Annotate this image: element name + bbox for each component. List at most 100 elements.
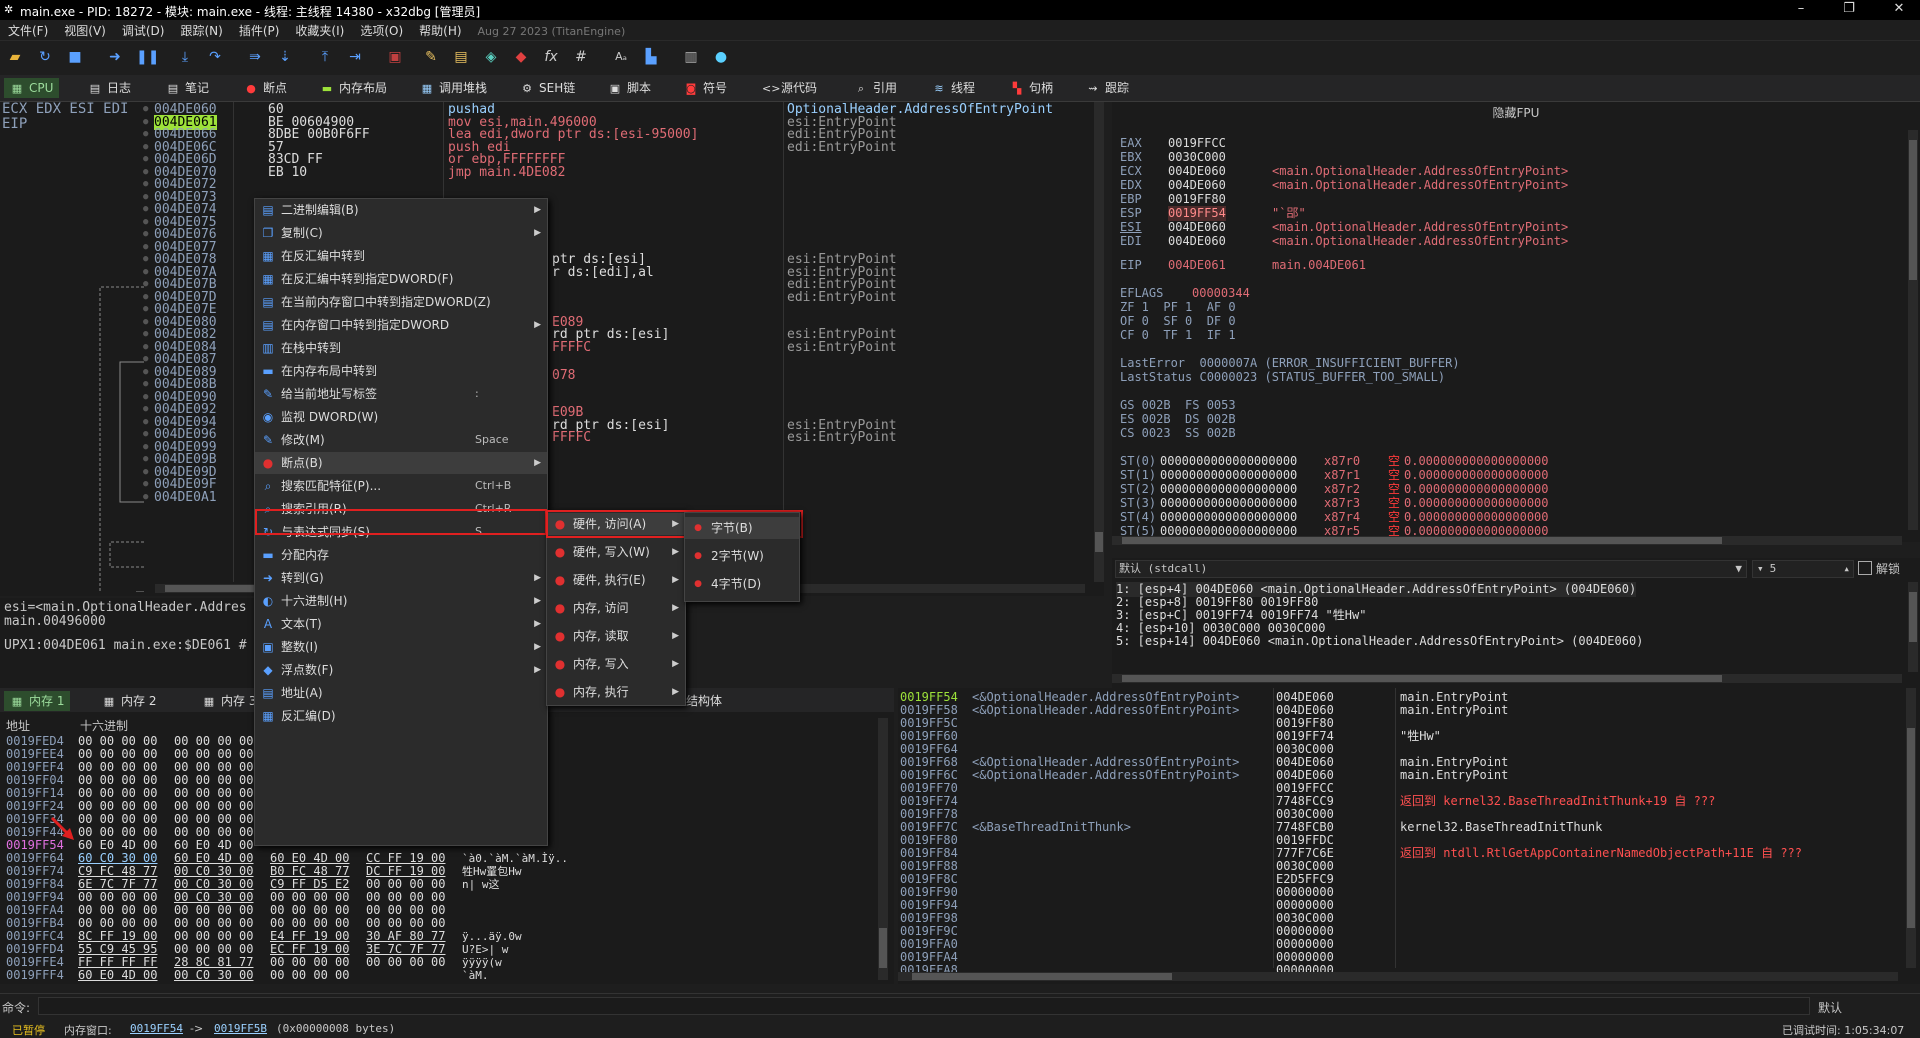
context-menu-item[interactable]: ▤ 二进制编辑(B) ▶ [255,199,547,221]
hide-fpu-button[interactable]: 隐藏FPU [1112,104,1920,121]
context-menu-item[interactable]: ⌕ 搜索匹配特征(P)... Ctrl+B [255,475,547,497]
patch-icon[interactable]: ✎ [422,48,440,66]
context-menu-item[interactable]: ▦ 反汇编(D) [255,705,547,727]
tab-memory-map[interactable]: ▬ 内存布局 [314,78,393,98]
context-menu-item[interactable]: ▬ 在内存布局中转到 [255,360,547,382]
spinner-down-icon[interactable]: ▾ [1753,562,1764,575]
breakpoint-submenu-item[interactable]: ● 内存, 写入 ▶ [547,653,685,675]
pause-icon[interactable]: ❚❚ [136,48,159,66]
minimize-button[interactable]: – [1786,1,1816,16]
open-icon[interactable]: ▰ [6,48,24,66]
dump-hex-cell[interactable]: 60 E0 4D 00 [78,968,157,983]
comments-icon[interactable]: ▤ [452,48,470,66]
callconv-select[interactable]: 默认 (stdcall) ▼ [1115,560,1747,578]
registers-hscrollbar[interactable] [1112,536,1902,545]
tab-trace[interactable]: ⇝ 跟踪 [1080,78,1135,98]
fpu-value[interactable]: 0000000000000000000 [1160,482,1297,497]
context-menu-item[interactable]: ▦ 在反汇编中转到指定DWORD(F) [255,268,547,290]
segment-line[interactable]: GS 002B FS 0053 [1120,398,1236,413]
restart-icon[interactable]: ↻ [36,48,54,66]
registers-pane[interactable]: 隐藏FPU EAX 0019FFCC EBX 0030C000 ECX 004DE060 <… [1112,102,1920,545]
tab-cpu[interactable]: ▦ CPU [4,78,60,98]
stop-icon[interactable]: ■ [66,48,84,66]
menu-view[interactable]: 视图(V) [56,20,114,41]
dump-range-end[interactable]: 0019FF5B [214,1022,267,1035]
scylla-icon[interactable]: ▣ [386,48,404,66]
fpu-value[interactable]: 0000000000000000000 [1160,496,1297,511]
register-value[interactable]: 004DE061 [1168,258,1226,273]
menu-plugins[interactable]: 插件(P) [231,20,288,41]
labels-icon[interactable]: ◈ [482,48,500,66]
register-value[interactable]: 004DE060 [1168,234,1226,249]
tab-dump-1[interactable]: ▦ 内存 1 [4,691,71,711]
dump-hex-cell[interactable]: 00 00 00 00 [366,955,445,970]
context-menu-item[interactable]: ▤ 在内存窗口中转到指定DWORD ▶ [255,314,547,336]
tab-call-stack[interactable]: ▦ 调用堆栈 [414,78,493,98]
context-menu-item[interactable]: ✎ 修改(M) Space [255,429,547,451]
breakpoint-submenu-item[interactable]: ● 硬件, 执行(E) ▶ [547,569,685,591]
tab-handles[interactable]: ▚ 句柄 [1004,78,1059,98]
step-into-icon[interactable]: ⤓ [176,48,194,66]
context-menu-item[interactable]: ✎ 给当前地址写标签: [255,383,547,405]
fpu-value[interactable]: 0000000000000000000 [1160,510,1297,525]
context-menu-item[interactable]: ❐ 复制(C) ▶ [255,222,547,244]
fpu-value[interactable]: 0000000000000000000 [1160,454,1297,469]
breakpoint-dot-icon[interactable]: ● [143,490,148,505]
tab-references[interactable]: ⌕ 引用 [848,78,903,98]
globe-icon[interactable]: ● [712,48,730,66]
register-value[interactable]: 004DE060 [1168,220,1226,235]
hw-size-item[interactable]: ● 字节(B) [685,517,799,539]
menu-trace[interactable]: 跟踪(N) [172,20,230,41]
callconv-row[interactable]: 5: [esp+14] 004DE060 <main.OptionalHeade… [1116,634,1643,649]
stack-hscrollbar[interactable] [898,972,1898,981]
register-value[interactable]: 0019FFCC [1168,136,1226,151]
flags-line[interactable]: CF 0 TF 1 IF 1 [1120,328,1236,343]
registers-vscrollbar[interactable] [1908,130,1918,530]
tab-log[interactable]: ▤ 日志 [82,78,137,98]
command-input[interactable] [38,997,1810,1015]
context-menu-item[interactable]: ◉ 监视 DWORD(W) [255,406,547,428]
context-menu-item[interactable]: ▤ 在当前内存窗口中转到指定DWORD(Z) [255,291,547,313]
breakpoint-submenu-item[interactable]: ● 内存, 执行 ▶ [547,681,685,703]
breakpoint-submenu-item[interactable]: ● 内存, 读取 ▶ [547,625,685,647]
menu-options[interactable]: 选项(O) [352,20,411,41]
context-menu-item[interactable]: ▣ 整数(I) ▶ [255,636,547,658]
disasm-vscrollbar[interactable] [1094,102,1104,582]
context-menu-item[interactable]: ◐ 十六进制(H) ▶ [255,590,547,612]
breakpoint-submenu-item[interactable]: ● 内存, 访问 ▶ [547,597,685,619]
strings-icon[interactable]: Aₐ [612,48,630,66]
hw-size-item[interactable]: ● 4字节(D) [685,573,799,595]
dump-hex-cell[interactable]: 00 C0 30 00 [174,968,253,983]
unlock-checkbox[interactable] [1858,561,1872,575]
menu-file[interactable]: 文件(F) [0,20,56,41]
tab-seh[interactable]: ⚙ SEH链 [514,78,581,98]
run-to-user-code-icon[interactable]: ⇥ [346,48,364,66]
spinner-up-icon[interactable]: ▴ [1843,561,1850,577]
checklist-icon[interactable]: ▥ [682,48,700,66]
segment-line[interactable]: CS 0023 SS 002B [1120,426,1236,441]
register-value[interactable]: 004DE060 [1168,164,1226,179]
dump-range-start[interactable]: 0019FF54 [130,1022,183,1035]
menu-help[interactable]: 帮助(H) [411,20,469,41]
tab-dump-2[interactable]: ▦ 内存 2 [96,691,162,711]
register-value[interactable]: 0030C000 [1168,150,1226,165]
step-over-icon[interactable]: ↷ [206,48,224,66]
callconv-hscrollbar[interactable] [1112,674,1902,683]
hw-size-item[interactable]: ● 2字节(W) [685,545,799,567]
tab-script[interactable]: ▣ 脚本 [602,78,657,98]
stack-vscrollbar[interactable] [1906,688,1916,968]
bookmarks-icon[interactable]: ◆ [512,48,530,66]
arg-count-spinner[interactable]: ▾ 5 ▴ [1752,560,1854,578]
tab-breakpoints[interactable]: ● 断点 [238,78,293,98]
tab-symbols[interactable]: ◙ 符号 [678,78,733,98]
dump-address[interactable]: 0019FFF4 [6,968,64,983]
restore-button[interactable]: ❐ [1834,1,1864,16]
register-value[interactable]: 0019FF80 [1168,192,1226,207]
close-button[interactable]: ✕ [1884,1,1914,16]
menu-favourites[interactable]: 收藏夹(I) [287,20,352,41]
tab-dump-3[interactable]: ▦ 内存 3 [196,691,262,711]
context-menu-item[interactable]: ▦ 在反汇编中转到 [255,245,547,267]
context-menu-item[interactable]: ▬ 分配内存 [255,544,547,566]
register-value[interactable]: 004DE060 [1168,178,1226,193]
dump-hex-cell[interactable]: 00 00 00 00 [270,968,349,983]
